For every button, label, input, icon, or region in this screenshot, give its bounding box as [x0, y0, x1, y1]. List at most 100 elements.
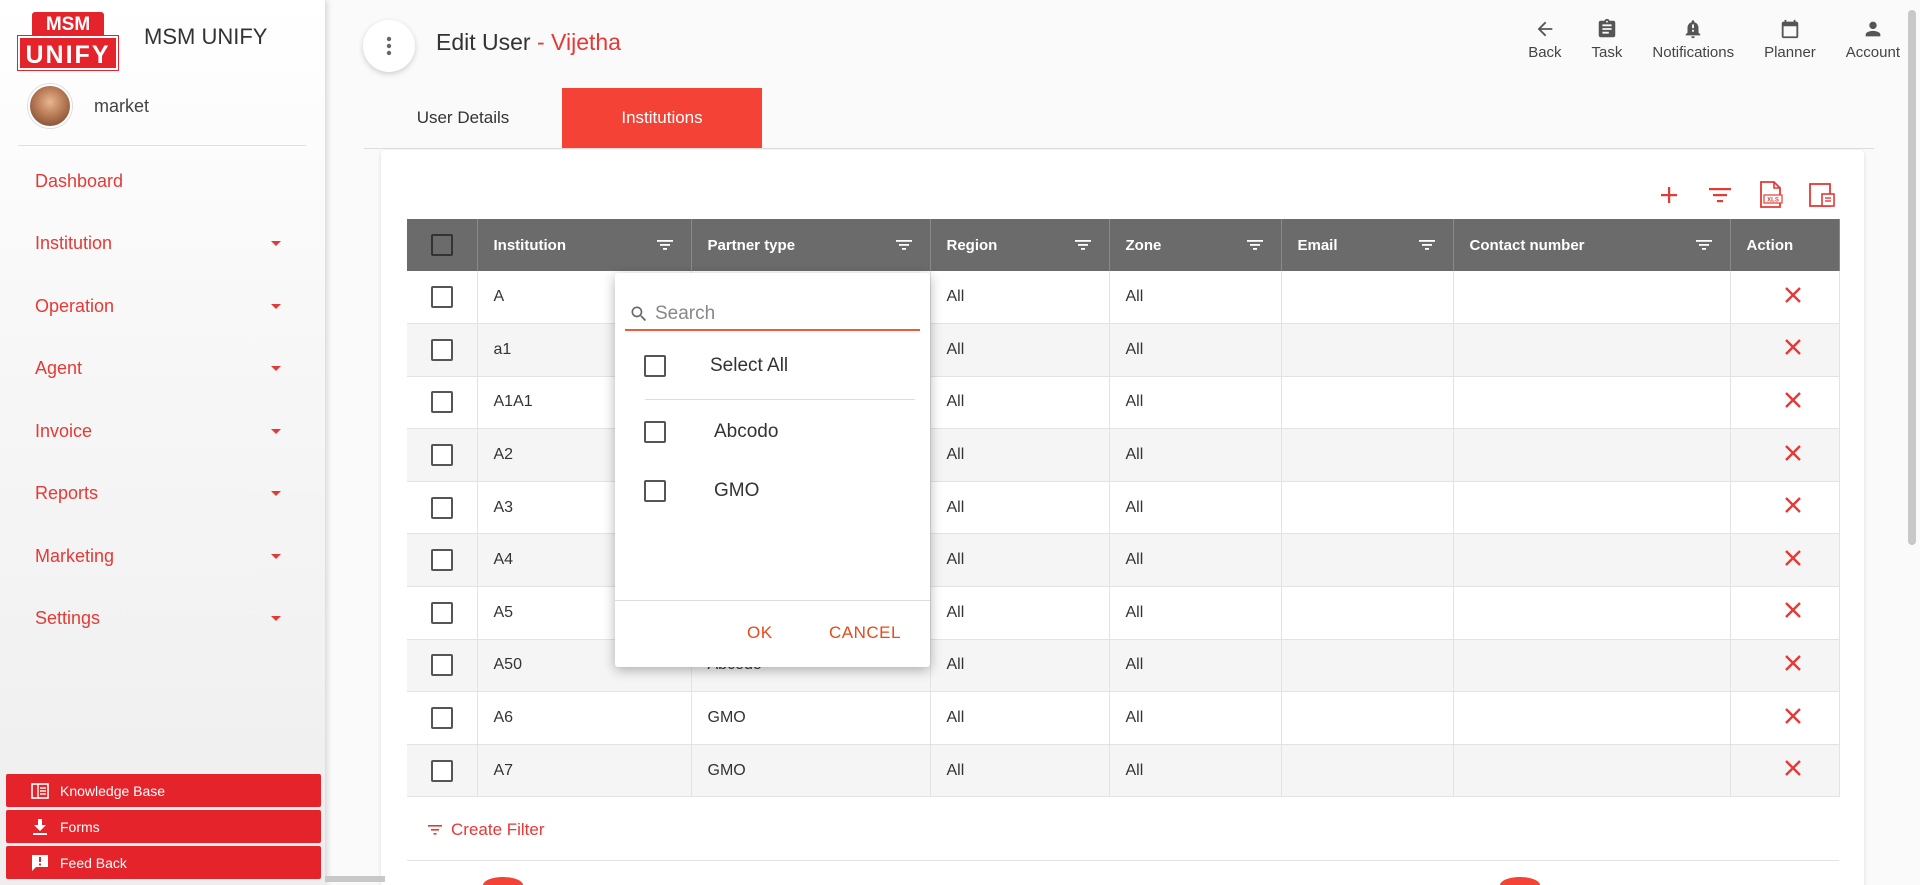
filter-option-gmo[interactable]: GMO — [644, 480, 759, 502]
caret-down-icon — [271, 616, 281, 622]
row-checkbox[interactable] — [430, 759, 453, 782]
row-checkbox[interactable] — [430, 338, 453, 361]
cell-zone: All — [1109, 323, 1282, 377]
caret-down-icon — [271, 553, 281, 559]
calendar-icon — [1781, 19, 1799, 39]
row-checkbox[interactable] — [430, 601, 453, 624]
planner-label: Planner — [1764, 44, 1816, 61]
sidebar-item-settings[interactable]: Settings — [0, 588, 325, 651]
abcodo-option-checkbox[interactable] — [644, 421, 666, 443]
notifications-button[interactable]: Notifications — [1652, 18, 1734, 61]
cell-contact — [1453, 271, 1731, 325]
forms-button[interactable]: Forms — [6, 810, 321, 843]
row-checkbox[interactable] — [430, 496, 453, 519]
row-action-cell — [1730, 428, 1840, 482]
sidebar-item-operation[interactable]: Operation — [0, 275, 325, 338]
sidebar-item-agent[interactable]: Agent — [0, 338, 325, 401]
row-select-cell — [407, 323, 478, 377]
vertical-dots-icon — [386, 36, 392, 56]
delete-x-icon[interactable] — [1784, 759, 1802, 777]
sidebar-item-marketing[interactable]: Marketing — [0, 525, 325, 588]
filter-icon — [1709, 188, 1731, 203]
create-filter-button[interactable]: Create Filter — [427, 820, 545, 840]
add-button[interactable] — [1652, 178, 1686, 212]
row-checkbox[interactable] — [430, 549, 453, 572]
row-checkbox[interactable] — [430, 286, 453, 309]
column-header-zone[interactable]: Zone — [1109, 219, 1282, 271]
tab-institutions[interactable]: Institutions — [562, 88, 762, 148]
account-button[interactable]: Account — [1846, 18, 1900, 61]
delete-x-icon[interactable] — [1784, 707, 1802, 725]
sidebar-item-institution[interactable]: Institution — [0, 213, 325, 276]
cell-contact — [1453, 639, 1731, 693]
row-select-cell — [407, 586, 478, 640]
delete-x-icon[interactable] — [1784, 496, 1802, 514]
delete-x-icon[interactable] — [1784, 549, 1802, 567]
column-header-institution[interactable]: Institution — [477, 219, 692, 271]
cell-region: All — [930, 376, 1110, 430]
select-all-option-checkbox[interactable] — [644, 355, 666, 377]
table-row[interactable]: A7 GMO All All — [407, 744, 1840, 798]
delete-x-icon[interactable] — [1784, 286, 1802, 304]
row-checkbox[interactable] — [430, 444, 453, 467]
column-header-contact-number[interactable]: Contact number — [1453, 219, 1731, 271]
knowledge-base-button[interactable]: Knowledge Base — [6, 774, 321, 807]
card-bottom-border — [407, 860, 1839, 861]
row-checkbox[interactable] — [430, 391, 453, 414]
column-filter-icon[interactable] — [656, 239, 673, 251]
more-menu-button[interactable] — [363, 20, 415, 72]
cell-region: All — [930, 744, 1110, 798]
delete-x-icon[interactable] — [1784, 601, 1802, 619]
delete-x-icon[interactable] — [1784, 391, 1802, 409]
tab-user-details[interactable]: User Details — [364, 88, 562, 148]
caret-down-icon — [271, 428, 281, 434]
sidebar-item-dashboard[interactable]: Dashboard — [0, 150, 325, 213]
task-button[interactable]: Task — [1592, 18, 1622, 61]
gmo-option-checkbox[interactable] — [644, 480, 666, 502]
column-header-email[interactable]: Email — [1281, 219, 1454, 271]
cancel-button[interactable]: CANCEL — [829, 623, 901, 643]
column-settings-button[interactable] — [1805, 178, 1839, 212]
cell-region: All — [930, 481, 1110, 535]
sidebar-item-invoice[interactable]: Invoice — [0, 400, 325, 463]
delete-x-icon[interactable] — [1784, 444, 1802, 462]
delete-x-icon[interactable] — [1784, 338, 1802, 356]
cell-email — [1281, 691, 1454, 745]
planner-button[interactable]: Planner — [1764, 18, 1816, 61]
plus-icon — [1661, 187, 1677, 203]
delete-x-icon[interactable] — [1784, 654, 1802, 672]
filter-option-abcodo[interactable]: Abcodo — [644, 421, 778, 443]
caret-down-icon — [271, 241, 281, 247]
msm-unify-logo[interactable]: MSM UNIFY — [17, 12, 119, 71]
column-filter-icon[interactable] — [1074, 239, 1091, 251]
user-name: market — [94, 95, 150, 116]
feedback-button[interactable]: Feed Back — [6, 846, 321, 879]
ok-button[interactable]: OK — [747, 623, 773, 643]
row-action-cell — [1730, 481, 1840, 535]
horizontal-scrollbar[interactable] — [325, 876, 385, 882]
row-checkbox[interactable] — [430, 707, 453, 730]
select-all-checkbox[interactable] — [430, 234, 453, 256]
filter-button[interactable] — [1703, 178, 1737, 212]
column-filter-icon[interactable] — [1695, 239, 1712, 251]
filter-option-select-all[interactable]: Select All — [644, 355, 788, 377]
filter-option-label: Abcodo — [714, 421, 779, 442]
row-action-cell — [1730, 691, 1840, 745]
cell-contact — [1453, 691, 1731, 745]
cell-institution: A7 — [477, 744, 692, 798]
vertical-scrollbar[interactable] — [1908, 10, 1916, 545]
user-profile[interactable]: market — [28, 84, 149, 128]
sidebar-item-reports[interactable]: Reports — [0, 463, 325, 526]
table-row[interactable]: A6 GMO All All — [407, 691, 1840, 745]
column-filter-icon[interactable] — [1246, 239, 1263, 251]
row-checkbox[interactable] — [430, 654, 453, 677]
row-action-cell — [1730, 271, 1840, 325]
filter-search-input[interactable] — [655, 303, 915, 325]
back-button[interactable]: Back — [1528, 18, 1562, 61]
column-filter-icon[interactable] — [895, 239, 912, 251]
column-header-partner-type[interactable]: Partner type — [691, 219, 931, 271]
column-header-region[interactable]: Region — [930, 219, 1110, 271]
export-excel-button[interactable]: XLS — [1754, 178, 1788, 212]
sidebar-item-label: Reports — [35, 483, 99, 504]
column-filter-icon[interactable] — [1418, 239, 1435, 251]
